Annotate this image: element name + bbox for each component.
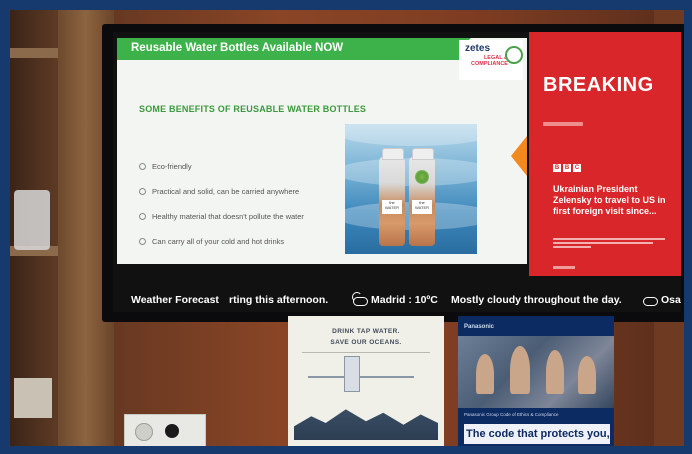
bullet-icon [139,238,146,245]
timestamp-bar [543,122,583,126]
socket [135,423,153,441]
breaking-news-panel: BREAKING B B C Ukrainian President Zelen… [529,32,681,276]
logo-tagline-line2: COMPLIANCE [471,61,508,67]
photo-frame: Reusable Water Bottles Available NOW zet… [0,0,692,454]
source-letter: B [553,164,561,172]
source-letter: C [573,164,581,172]
news-source-logo: B B C [553,164,581,172]
landscape-illustration [294,409,438,440]
pipe [360,376,414,378]
tv-screen: Reusable Water Bottles Available NOW zet… [113,32,681,312]
news-summary [553,238,669,254]
wave [345,124,477,146]
news-ticker: Weather Forecast rting this afternoon. M… [113,288,681,312]
ticker-label: Weather Forecast [131,294,219,306]
bottle-label: the WATER [382,200,402,214]
logo-tagline: LEGAL & COMPLIANCE [471,55,508,67]
orange-accent [511,136,527,176]
pipe [308,376,344,378]
people-photo [458,336,614,408]
slide-title: Reusable Water Bottles Available NOW [131,42,344,54]
list-item: Eco-friendly [139,162,304,171]
benefit-text: Healthy material that doesn't pollute th… [152,212,304,221]
list-item: Practical and solid, can be carried anyw… [139,187,304,196]
bullet-icon [139,213,146,220]
list-item: Healthy material that doesn't pollute th… [139,212,304,221]
person [546,350,564,394]
benefit-text: Practical and solid, can be carried anyw… [152,187,300,196]
poster-title-line2: SAVE OUR OCEANS. [330,339,402,346]
cloud-icon [641,292,658,306]
news-timestamp [553,266,575,269]
checkmark-icon [505,46,523,64]
slide-subtitle: SOME BENEFITS OF REUSABLE WATER BOTTLES [139,104,367,114]
ticker-text: Mostly cloudy throughout the day. [451,294,622,306]
bullet-icon [139,163,146,170]
poster-headline: The code that protects you, [464,424,610,444]
ticker-city: Madrid : 10ºC [371,294,438,306]
benefits-list: Eco-friendly Practical and solid, can be… [139,162,304,262]
wall-socket [124,414,206,446]
person [510,346,530,394]
ethics-code-poster: Panasonic Panasonic Group Code of Ethics… [458,316,614,446]
breaking-banner: BREAKING [543,74,654,96]
water-tower [344,356,360,392]
shelf-objects [14,378,52,418]
source-letter: B [563,164,571,172]
news-headline: Ukrainian President Zelensky to travel t… [553,184,666,216]
shelf-board [10,48,58,58]
bottle-cap [382,148,404,160]
bottle-print [415,170,429,184]
person [476,354,494,394]
promo-slide: Reusable Water Bottles Available NOW zet… [117,38,527,264]
ticker-city: Osal [661,294,681,306]
shelf-left [10,10,58,446]
partly-cloudy-icon [351,292,368,306]
zetes-logo: zetes LEGAL & COMPLIANCE [459,40,523,80]
poster-subtitle: Panasonic Group Code of Ethics & Complia… [464,412,559,417]
photo: Reusable Water Bottles Available NOW zet… [10,10,684,446]
bottle: the WATER [379,148,405,246]
person [578,356,596,394]
benefit-text: Eco-friendly [152,162,192,171]
poster-brand: Panasonic [464,324,495,330]
bullet-icon [139,188,146,195]
plug [165,424,179,438]
poster-title: DRINK TAP WATER. SAVE OUR OCEANS. [288,326,444,348]
logo-brand: zetes [465,43,491,54]
shelf-objects [14,190,50,250]
bottle-label: the WATER [412,200,432,214]
bottle: the WATER [409,148,435,246]
list-item: Can carry all of your cold and hot drink… [139,237,304,246]
benefit-text: Can carry all of your cold and hot drink… [152,237,285,246]
tap-water-poster: DRINK TAP WATER. SAVE OUR OCEANS. [288,316,444,446]
poster-title-line1: DRINK TAP WATER. [332,328,400,335]
bottle-cap [412,148,434,160]
water-bottles-image: the WATER the WATER [345,124,477,254]
ticker-text: rting this afternoon. [229,294,329,306]
